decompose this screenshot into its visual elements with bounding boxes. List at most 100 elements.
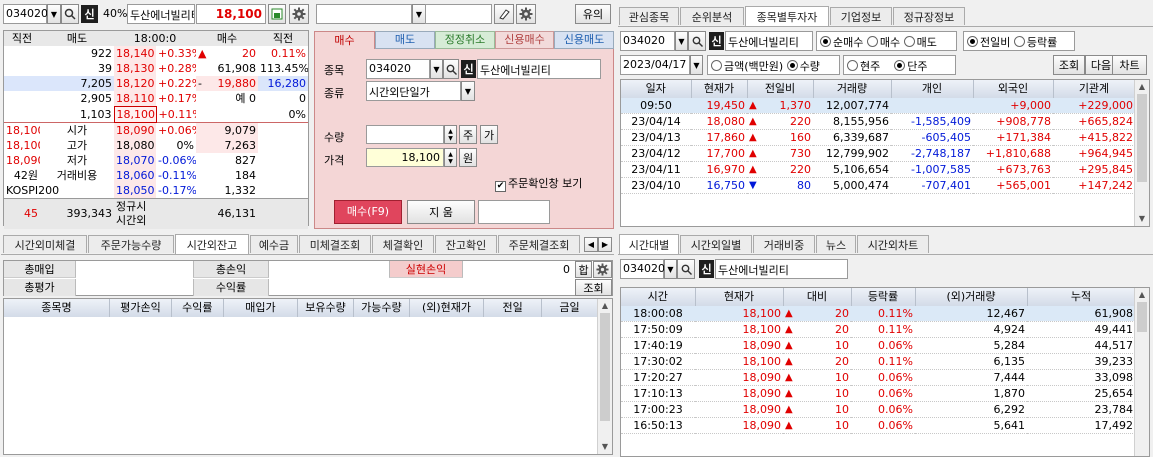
tab-by-time[interactable]: 시간대별 [619, 234, 679, 254]
bid-price[interactable]: 18,050 [114, 183, 156, 199]
bid-row[interactable]: 18,090 저가 18,070 -0.06% 827 [4, 153, 308, 168]
order-type-dropdown[interactable]: ▼ [461, 81, 475, 101]
investor-row[interactable]: 09:50 19,450 ▲ 1,370 12,007,774 +9,000 +229,00… [621, 98, 1135, 114]
timeline-row[interactable]: 17:50:09 18,100 ▲ 20 0.11% 4,924 49,441 [621, 321, 1135, 338]
tab-balance-confirm[interactable]: 잔고확인 [435, 235, 497, 253]
timeline-row[interactable]: 17:20:27 18,090 ▲ 10 0.06% 7,444 33,098 [621, 369, 1135, 386]
timeline-row[interactable]: 17:30:02 18,100 ▲ 20 0.11% 6,135 39,233 [621, 353, 1135, 370]
order-code-dropdown[interactable]: ▼ [430, 59, 443, 79]
code-dropdown-button[interactable]: ▼ [664, 259, 677, 279]
chart-button[interactable]: 차트 [1112, 55, 1147, 75]
ask-row[interactable]: 39 18,130 +0.28% 61,908 113.45% [4, 61, 308, 76]
search-icon[interactable] [688, 31, 706, 51]
tab-credit-sell[interactable]: 신용매도 [554, 31, 614, 49]
tab-sell[interactable]: 매도 [375, 31, 435, 49]
tab-regular-session[interactable]: 정규장정보 [893, 7, 965, 25]
price-unit-button[interactable]: 원 [459, 148, 477, 167]
scroll-up-icon[interactable]: ▲ [1135, 80, 1149, 94]
ask-row[interactable]: 7,205 18,120 +0.22% - 19,880 16,280 [4, 76, 308, 91]
query-button[interactable]: 조회 [1053, 55, 1085, 75]
timeline-row[interactable]: 16:50:13 18,090 ▲ 10 0.06% 5,641 17,492 [621, 417, 1135, 434]
radio-quantity[interactable]: 수량 [786, 60, 820, 73]
account-select[interactable] [316, 4, 412, 24]
qty-stepper[interactable]: ▲ ▼ [444, 125, 457, 144]
price-stepper[interactable]: ▲ ▼ [444, 148, 457, 167]
scroll-down-icon[interactable]: ▼ [1135, 212, 1149, 226]
tab-company-info[interactable]: 기업정보 [830, 7, 892, 25]
ask-price[interactable]: 18,120 [114, 76, 156, 91]
order-price-input[interactable]: 18,100 [366, 148, 444, 167]
tab-fill-confirm[interactable]: 체결확인 [372, 235, 434, 253]
order-code-input[interactable]: 034020 [366, 59, 430, 79]
tab-scroll-right-icon[interactable]: ▶ [598, 237, 612, 252]
radio-single[interactable]: 단주 [894, 60, 928, 73]
buy-submit-button[interactable]: 매수(F9) [334, 200, 402, 224]
code-dropdown-button[interactable]: ▼ [47, 4, 61, 24]
qty-available-button[interactable]: 가 [480, 125, 498, 144]
investor-row[interactable]: 23/04/12 17,700 ▲ 730 12,799,902 -2,748,187 +1… [621, 145, 1135, 162]
scroll-thumb[interactable] [600, 313, 610, 421]
bid-price[interactable]: 18,060 [114, 168, 156, 183]
caution-button[interactable]: 유의 [575, 4, 611, 24]
ask-price[interactable]: 18,140 [114, 46, 156, 61]
balance-scrollbar[interactable]: ▲ ▼ [597, 299, 612, 454]
tab-order-fill-query[interactable]: 주문체결조회 [498, 235, 580, 253]
radio-prev-day[interactable]: 전일비 [967, 36, 1010, 49]
date-input[interactable]: 2023/04/17 [620, 55, 690, 75]
radio-buy[interactable]: 매수 [866, 36, 900, 49]
search-icon[interactable] [61, 4, 79, 24]
scroll-thumb[interactable] [1137, 94, 1147, 182]
timeline-row[interactable]: 18:00:08 18,100 ▲ 20 0.11% 12,467 61,908 [621, 306, 1135, 322]
tab-credit-buy[interactable]: 신용매수 [495, 31, 554, 49]
confirm-checkbox[interactable]: ✔ 주문확인창 보기 [495, 175, 582, 192]
sub-account-input[interactable] [425, 4, 492, 24]
ask-row[interactable]: 2,905 18,110 +0.17% 예 0 0 [4, 91, 308, 107]
tab-afterhours-chart[interactable]: 시간외차트 [857, 235, 929, 253]
sum-button[interactable]: 합 [575, 261, 592, 278]
radio-amount[interactable]: 금액(백만원) [711, 60, 783, 73]
scroll-up-icon[interactable]: ▲ [1135, 288, 1149, 302]
radio-sell[interactable]: 매도 [903, 36, 937, 49]
scroll-up-icon[interactable]: ▲ [598, 299, 612, 313]
investor-row[interactable]: 23/04/13 17,860 ▲ 160 6,339,687 -605,405 +171,… [621, 129, 1135, 146]
tab-trade-weight[interactable]: 거래비중 [753, 235, 815, 253]
date-dropdown-button[interactable]: ▼ [690, 55, 703, 75]
investor-scrollbar[interactable]: ▲ ▼ [1134, 80, 1149, 226]
order-qty-input[interactable] [366, 125, 444, 144]
tab-buy[interactable]: 매수 [314, 31, 375, 49]
timeline-row[interactable]: 17:40:19 18,090 ▲ 10 0.06% 5,284 44,517 [621, 337, 1135, 354]
tab-modify-cancel[interactable]: 정정취소 [435, 31, 495, 49]
qty-unit-button[interactable]: 주 [459, 125, 477, 144]
timeline-scrollbar[interactable]: ▲ [1134, 288, 1149, 456]
tab-news[interactable]: 뉴스 [816, 235, 856, 253]
clear-button[interactable]: 지 움 [407, 200, 475, 224]
investor-row[interactable]: 23/04/11 16,970 ▲ 220 5,106,654 -1,007,585 +67… [621, 161, 1135, 178]
scroll-down-icon[interactable]: ▼ [598, 440, 612, 454]
investor-row[interactable]: 23/04/14 18,080 ▲ 220 8,155,956 -1,585,409 +90… [621, 113, 1135, 130]
tab-afterhours-unfilled[interactable]: 시간외미체결 [3, 235, 87, 253]
bid-row[interactable]: 18,100 시가 18,090 +0.06% 9,079 [4, 122, 308, 138]
tab-investor-by-stock[interactable]: 종목별투자자 [745, 6, 829, 26]
order-type-select[interactable]: 시간외단일가 [366, 81, 461, 101]
tab-unfilled-query[interactable]: 미체결조회 [299, 235, 371, 253]
code-input[interactable]: 034020 [620, 31, 675, 51]
code-input[interactable]: 034020 [3, 4, 48, 24]
scroll-thumb[interactable] [1137, 302, 1147, 332]
bid-price[interactable]: 18,070 [114, 153, 156, 168]
bid-price[interactable]: 18,080 [114, 138, 156, 153]
ask-price-current[interactable]: 18,100 [113, 106, 157, 123]
code-dropdown-button[interactable]: ▼ [675, 31, 688, 51]
bid-row[interactable]: 18,100 고가 18,080 0% 7,263 [4, 138, 308, 153]
chart-icon[interactable] [268, 4, 286, 24]
ask-row[interactable]: 922 18,140 +0.33% ▲ 20 0.11% [4, 46, 308, 61]
settings-icon[interactable] [289, 4, 309, 24]
bid-price[interactable]: 18,090 [114, 122, 156, 138]
timeline-row[interactable]: 17:10:13 18,090 ▲ 10 0.06% 1,870 25,654 [621, 385, 1135, 402]
account-dropdown-button[interactable]: ▼ [412, 4, 426, 24]
query-button[interactable]: 조회 [575, 279, 612, 296]
ask-price[interactable]: 18,110 [114, 91, 156, 107]
radio-net-buy[interactable]: 순매수 [820, 36, 863, 49]
tab-available-qty[interactable]: 주문가능수량 [88, 235, 174, 253]
tab-ranking[interactable]: 순위분석 [680, 7, 744, 25]
eraser-icon[interactable] [494, 4, 514, 24]
